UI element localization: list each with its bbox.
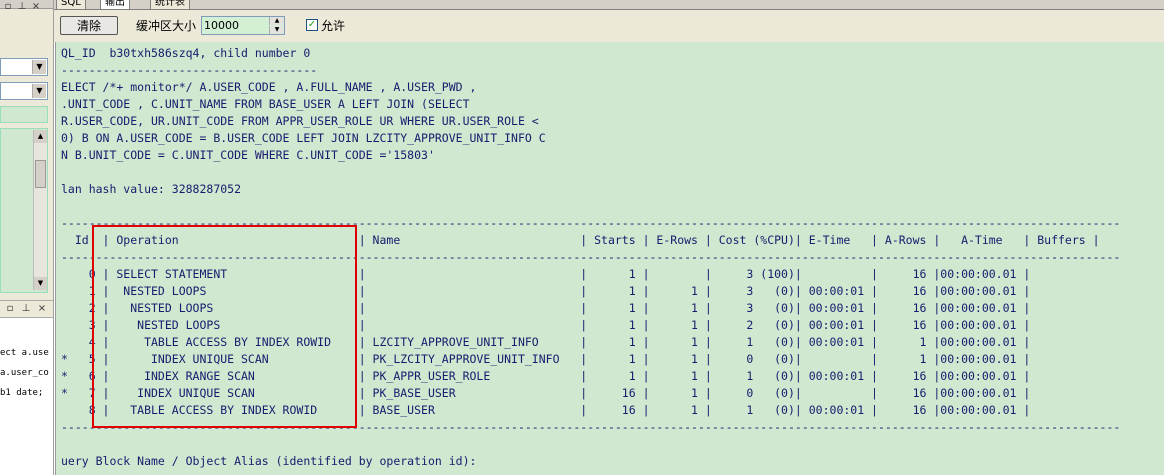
owner-select[interactable]: ▼ [0,82,48,100]
output-line: N B.UNIT_CODE = C.UNIT_CODE WHERE C.UNIT… [61,148,435,162]
output-line: ------------------------------------- [61,63,318,77]
spin-down-icon[interactable]: ▼ [269,26,284,34]
tab-output[interactable]: 输出 [100,0,130,9]
buffer-size-value[interactable]: 10000 [204,17,239,34]
left-tabstrip: ▫ ⊥ × [0,0,53,12]
pin-icon[interactable]: ⊥ [16,1,28,13]
left-code-snippet: ect a.use a.user_co b1 date; [0,318,53,475]
chevron-down-icon: ▼ [32,60,46,74]
restore-icon[interactable]: ▫ [2,1,14,13]
object-type-select[interactable]: ▼ [0,58,48,76]
left-toolbar-2: ▫ ⊥ × [0,300,53,318]
restore-icon[interactable]: ▫ [4,303,16,315]
close-icon[interactable]: × [36,303,48,315]
chevron-down-icon: ▼ [32,84,46,98]
scroll-up-icon[interactable]: ▲ [34,130,47,143]
buffer-size-label: 缓冲区大小 [136,19,197,33]
output-line: ELECT /*+ monitor*/ A.USER_CODE , A.FULL… [61,80,477,94]
code-line: a.user_co [0,368,49,378]
code-line: ect a.use [0,348,49,358]
pin-icon[interactable]: ⊥ [20,303,32,315]
object-list-scrollbar[interactable]: ▲ ▼ [33,130,47,290]
left-panel: ▫ ⊥ × ▼ ▼ ▲ ▼ ▫ ⊥ × ect a.use a.user_co … [0,0,54,475]
output-line: 0) B ON A.USER_CODE = B.USER_CODE LEFT J… [61,131,546,145]
output-line: QL_ID b30txh586szq4, child number 0 [61,46,311,60]
code-line: b1 date; [0,388,44,398]
output-line: .UNIT_CODE , C.UNIT_NAME FROM BASE_USER … [61,97,470,111]
close-icon[interactable]: × [30,1,42,13]
output-line: uery Block Name / Object Alias (identifi… [61,454,477,468]
enable-label: 允许 [321,19,346,33]
tab-sql[interactable]: SQL [56,0,86,9]
output-line: lan hash value: 3288287052 [61,182,242,196]
enable-checkbox[interactable]: ✓ [306,19,318,31]
output-toolbar: 清除 缓冲区大小 10000 ▲ ▼ ✓ 允许 [54,10,1164,42]
highlight-box-operation [92,225,357,428]
scroll-down-icon[interactable]: ▼ [34,277,47,290]
output-pane[interactable]: QL_ID b30txh586szq4, child number 0 -----… [55,42,1164,475]
buffer-size-stepper[interactable]: 10000 ▲ ▼ [201,16,285,35]
output-line: R.USER_CODE, UR.UNIT_CODE FROM APPR_USER… [61,114,539,128]
tab-strip: SQL 输出 统计表 [54,0,1164,10]
scroll-thumb[interactable] [35,160,46,188]
filter-field[interactable] [0,106,48,123]
spin-up-icon[interactable]: ▲ [269,17,284,25]
clear-button[interactable]: 清除 [60,16,118,35]
tab-statistics[interactable]: 统计表 [150,0,190,9]
